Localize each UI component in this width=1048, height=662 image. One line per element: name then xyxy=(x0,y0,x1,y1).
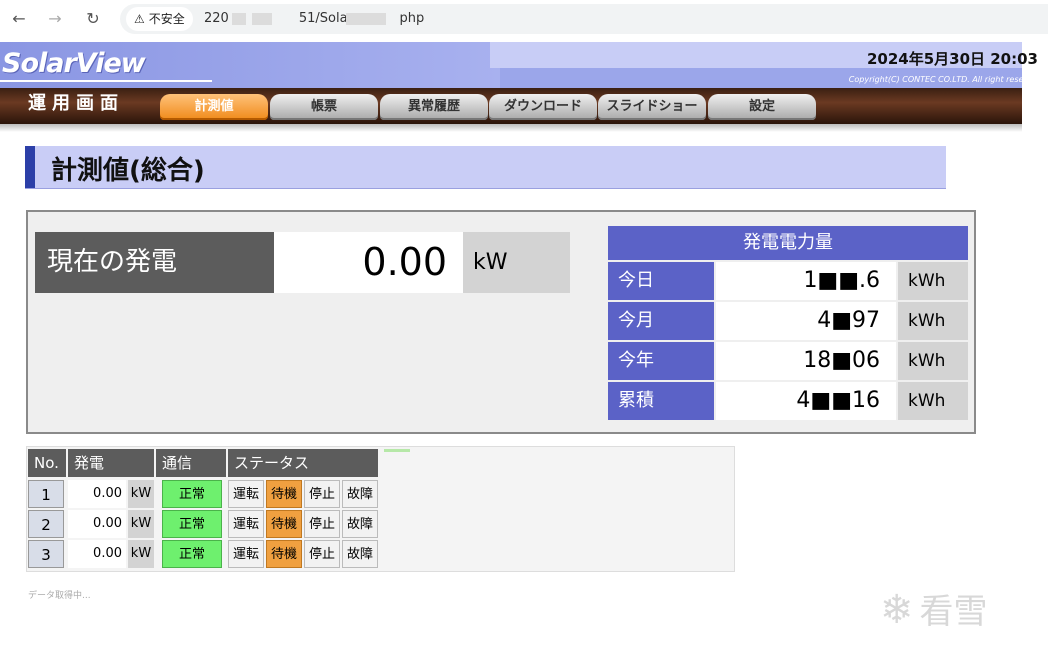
page-title: 計測値(総合) xyxy=(51,156,205,186)
watermark: ❄ 看雪 xyxy=(880,582,1030,638)
unit-generation-unit: kW xyxy=(128,540,154,568)
energy-row-year: 今年 18■06 kWh xyxy=(608,342,968,382)
unit-status-run: 運転 xyxy=(228,480,264,508)
tab-measurement[interactable]: 計測値 xyxy=(160,94,268,120)
tab-settings[interactable]: 設定 xyxy=(708,94,816,120)
unit-generation-unit: kW xyxy=(128,480,154,508)
browser-toolbar: ← → ↻ ⚠ 不安全 220 51/Sola php xyxy=(0,0,1048,38)
col-header-no: No. xyxy=(28,449,66,477)
unit-generation-unit: kW xyxy=(128,510,154,538)
col-header-status: ステータス xyxy=(228,449,378,477)
energy-row-total: 累積 4■■16 kWh xyxy=(608,382,968,422)
page-title-bar: 計測値(総合) xyxy=(25,146,946,189)
unit-status-standby: 待機 xyxy=(266,510,302,538)
unit-status-fault: 故障 xyxy=(342,510,378,538)
energy-title: 発電電力量 xyxy=(608,226,968,260)
snowflake-icon: ❄ xyxy=(880,587,914,633)
unit-generation-value: 0.00 xyxy=(68,480,126,508)
mode-label: 運用画面 xyxy=(28,93,124,114)
unit-number: 2 xyxy=(28,510,64,538)
unit-status-fault: 故障 xyxy=(342,480,378,508)
url-mask xyxy=(252,13,272,25)
col-header-comm: 通信 xyxy=(156,449,226,477)
unit-comm-status: 正常 xyxy=(162,540,222,568)
tab-reports[interactable]: 帳票 xyxy=(270,94,378,120)
unit-status-standby: 待機 xyxy=(266,480,302,508)
unit-comm-status: 正常 xyxy=(162,480,222,508)
current-generation-label: 現在の発電 xyxy=(35,232,274,293)
back-icon[interactable]: ← xyxy=(8,8,30,30)
unit-status-stop: 停止 xyxy=(304,480,340,508)
current-datetime: 2024年5月30日 20:03 xyxy=(866,50,1038,68)
energy-row-month: 今月 4■97 kWh xyxy=(608,302,968,342)
reload-icon[interactable]: ↻ xyxy=(82,8,104,30)
unit-number: 1 xyxy=(28,480,64,508)
url-mask xyxy=(232,13,246,25)
unit-generation-value: 0.00 xyxy=(68,540,126,568)
unit-status-fault: 故障 xyxy=(342,540,378,568)
solarview-logo: SolarView xyxy=(2,48,146,79)
warning-icon: ⚠ xyxy=(134,12,145,26)
url-mask xyxy=(346,13,386,25)
energy-row-today: 今日 1■■.6 kWh xyxy=(608,262,968,302)
tab-slideshow[interactable]: スライドショー xyxy=(598,94,706,120)
address-bar[interactable]: ⚠ 不安全 220 51/Sola php xyxy=(120,4,1048,34)
unit-status-run: 運転 xyxy=(228,510,264,538)
current-generation-unit: kW xyxy=(463,232,570,293)
unit-status-stop: 停止 xyxy=(304,540,340,568)
unit-number: 3 xyxy=(28,540,64,568)
current-generation-value: 0.00 xyxy=(274,232,463,293)
security-indicator[interactable]: ⚠ 不安全 xyxy=(126,7,193,31)
unit-generation-value: 0.00 xyxy=(68,510,126,538)
unit-status-run: 運転 xyxy=(228,540,264,568)
copyright: Copyright(C) CONTEC CO.LTD. All right re… xyxy=(848,75,1044,84)
loading-status: データ取得中... xyxy=(28,591,91,601)
col-header-generation: 発電 xyxy=(68,449,154,477)
tab-download[interactable]: ダウンロード xyxy=(489,94,597,120)
unit-status-standby: 待機 xyxy=(266,540,302,568)
unit-status-stop: 停止 xyxy=(304,510,340,538)
forward-icon[interactable]: → xyxy=(44,8,66,30)
unit-comm-status: 正常 xyxy=(162,510,222,538)
tab-error-history[interactable]: 異常履歴 xyxy=(380,94,488,120)
